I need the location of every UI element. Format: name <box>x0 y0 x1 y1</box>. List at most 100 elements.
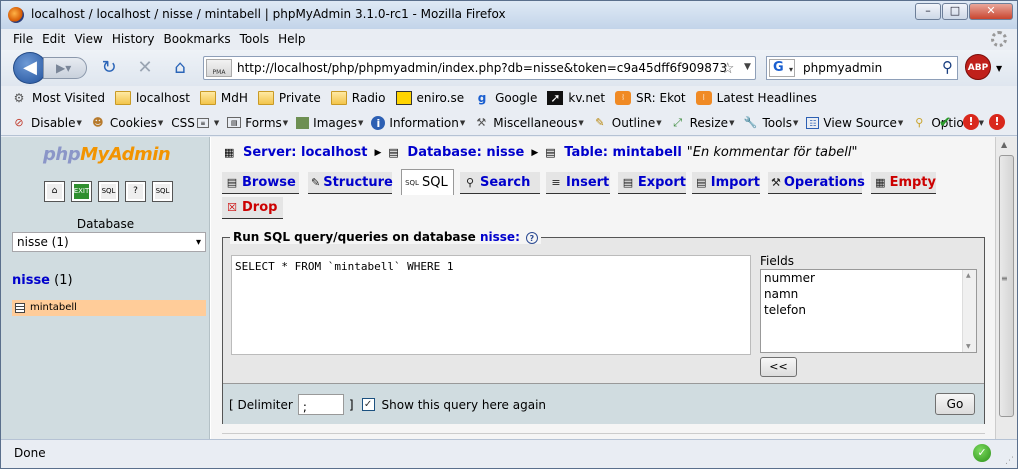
wd-images-menu[interactable]: Images ▼ <box>296 116 363 130</box>
bookmark-private[interactable]: Private <box>257 91 321 105</box>
wd-resize-menu[interactable]: ⤢ Resize ▼ <box>670 115 734 131</box>
bookmark-google[interactable]: g Google <box>474 91 538 105</box>
menu-bookmarks[interactable]: Bookmarks <box>164 29 231 50</box>
wd-outline-menu[interactable]: ✎ Outline ▼ <box>592 115 661 131</box>
bookmark-most-visited[interactable]: ⚙ Most Visited <box>11 91 105 105</box>
tab-insert[interactable]: ≡ Insert <box>546 172 610 194</box>
database-link[interactable]: nisse <box>12 273 50 288</box>
wd-disable-menu[interactable]: ⊘ Disable ▼ <box>11 115 82 131</box>
legend-db-link[interactable]: nisse: <box>480 230 520 244</box>
delimiter-input[interactable]: ; <box>297 394 344 415</box>
disable-icon: ⊘ <box>14 115 24 129</box>
search-icon[interactable]: ⚲ <box>942 58 953 76</box>
url-dropdown-icon[interactable]: ▼ <box>744 62 751 72</box>
menu-help[interactable]: Help <box>278 29 305 50</box>
bookmarks-toolbar: ⚙ Most Visited localhost MdH Private Radi… <box>1 86 1017 110</box>
menu-edit[interactable]: Edit <box>42 29 65 50</box>
search-bar[interactable]: G phpmyadmin ⚲ <box>766 56 958 80</box>
bookmark-localhost[interactable]: localhost <box>115 91 190 105</box>
table-icon <box>15 303 25 313</box>
tab-structure[interactable]: ✎ Structure <box>308 172 393 194</box>
sql-docs-icon[interactable]: SQL <box>152 181 173 202</box>
scroll-up-icon[interactable]: ▲ <box>1001 140 1007 149</box>
kvnet-icon: ➚ <box>547 91 564 105</box>
tab-export[interactable]: ▤ Export <box>618 172 686 194</box>
tab-import[interactable]: ▤ Import <box>692 172 760 194</box>
validation-ok-icon[interactable]: ✔ <box>937 114 953 130</box>
show-query-label[interactable]: Show this query here again <box>382 398 546 412</box>
site-identity-icon[interactable]: PMA <box>206 59 232 77</box>
insert-field-button[interactable]: << <box>760 357 797 377</box>
bookmark-mdh[interactable]: MdH <box>199 91 248 105</box>
sql-query-fieldset: Run SQL query/queries on database nisse:… <box>222 230 985 424</box>
field-option[interactable]: nummer <box>761 270 976 286</box>
back-button[interactable]: ◀ <box>13 52 47 84</box>
wd-tools-menu[interactable]: 🔧 Tools ▼ <box>742 115 799 131</box>
search-engine-icon[interactable]: G <box>769 59 795 78</box>
breadcrumb-database[interactable]: Database: nisse <box>407 145 524 160</box>
bookmark-sr-ekot[interactable]: ⧙ SR: Ekot <box>615 91 686 105</box>
wd-miscellaneous-menu[interactable]: ⚒ Miscellaneous ▼ <box>473 115 583 131</box>
adblock-plus-icon[interactable]: ABP <box>965 54 991 80</box>
menu-view[interactable]: View <box>74 29 102 50</box>
forward-button[interactable]: ▶▾ <box>43 57 87 79</box>
fields-listbox[interactable]: nummer namn telefon <box>760 269 977 353</box>
menu-history[interactable]: History <box>112 29 155 50</box>
search-input[interactable]: phpmyadmin <box>803 61 882 75</box>
phpmyadmin-logo[interactable]: phpMyAdmin <box>43 144 171 165</box>
table-link[interactable]: mintabell <box>30 300 77 316</box>
wd-view-source-menu[interactable]: ☷ View Source ▼ <box>806 116 903 130</box>
wd-forms-menu[interactable]: ▤ Forms ▼ <box>227 116 288 130</box>
js-error-icon[interactable]: ! <box>989 114 1005 130</box>
tab-search[interactable]: ⚲ Search <box>460 172 540 194</box>
adblock-dropdown-icon[interactable]: ▼ <box>996 64 1002 73</box>
bookmark-star-icon[interactable]: ☆ <box>721 59 734 77</box>
tab-drop[interactable]: ☒ Drop <box>222 197 283 219</box>
bookmark-kvnet[interactable]: ➚ kv.net <box>547 91 605 105</box>
menu-file[interactable]: File <box>13 29 33 50</box>
home-icon[interactable]: ⌂ <box>169 57 191 79</box>
home-icon[interactable]: ⌂ <box>44 181 65 202</box>
css-error-icon[interactable]: ! <box>963 114 979 130</box>
bookmark-latest-headlines[interactable]: ⧙ Latest Headlines <box>695 91 817 105</box>
help-icon[interactable]: ? <box>525 231 538 244</box>
maximize-button[interactable]: □ <box>942 3 968 20</box>
query-window-icon[interactable]: SQL <box>98 181 119 202</box>
tab-browse[interactable]: ▤ Browse <box>222 172 299 194</box>
breadcrumb-server[interactable]: Server: localhost <box>243 145 367 160</box>
fields-scrollbar[interactable] <box>962 270 976 352</box>
stop-icon[interactable]: ✕ <box>134 57 156 79</box>
show-query-checkbox[interactable]: ✓ <box>361 398 375 411</box>
field-option[interactable]: namn <box>761 286 976 302</box>
minimize-button[interactable]: – <box>915 3 941 20</box>
sql-query-textarea[interactable]: SELECT * FROM `mintabell` WHERE 1 <box>231 255 751 355</box>
table-list-item[interactable]: mintabell <box>12 300 206 316</box>
sql-icon: SQL <box>405 178 419 187</box>
status-ok-icon[interactable]: ✓ <box>973 444 991 462</box>
tab-sql[interactable]: SQL SQL <box>401 169 454 195</box>
menu-tools[interactable]: Tools <box>240 29 270 50</box>
bookmark-radio[interactable]: Radio <box>330 91 386 105</box>
help-icon[interactable]: ? <box>125 181 146 202</box>
wd-information-menu[interactable]: i Information ▼ <box>371 115 465 130</box>
main-scrollbar[interactable]: ▲ ≡ <box>995 137 1017 439</box>
field-option[interactable]: telefon <box>761 302 976 318</box>
scrollbar-thumb[interactable] <box>999 155 1014 417</box>
resize-grip-icon[interactable]: ⋰ <box>1005 456 1014 466</box>
wd-cookies-menu[interactable]: ☻ Cookies ▼ <box>90 115 163 131</box>
drop-icon: ☒ <box>227 200 237 214</box>
scroll-grip-icon: ≡ <box>1001 274 1008 283</box>
reload-icon[interactable]: ↻ <box>98 57 120 79</box>
database-select[interactable]: nisse (1) <box>12 232 206 252</box>
tab-operations[interactable]: ⚒ Operations <box>768 172 865 194</box>
tab-empty[interactable]: ▦ Empty <box>871 172 936 194</box>
breadcrumb-table[interactable]: Table: mintabell <box>564 145 682 160</box>
go-button[interactable]: Go <box>935 393 975 415</box>
url-bar[interactable]: PMA http://localhost/php/phpmyadmin/inde… <box>203 56 756 80</box>
breadcrumb-separator-icon: ▶ <box>531 147 539 158</box>
close-button[interactable]: ✕ <box>969 3 1013 20</box>
url-text[interactable]: http://localhost/php/phpmyadmin/index.ph… <box>237 61 727 75</box>
wd-css-menu[interactable]: CSS ≡ ▼ <box>171 116 219 130</box>
bookmark-eniro[interactable]: eniro.se <box>395 91 464 105</box>
exit-icon[interactable]: EXIT <box>71 181 92 202</box>
